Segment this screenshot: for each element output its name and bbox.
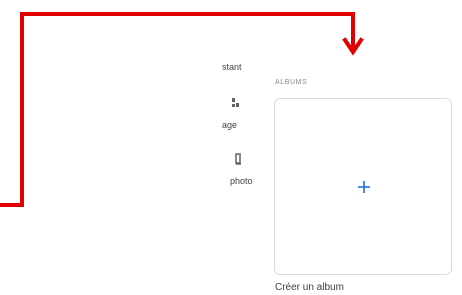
image-icon [231, 96, 241, 108]
menu-item-2-label[interactable]: age [222, 120, 237, 131]
menu-item-3-label[interactable]: photo [230, 176, 253, 187]
create-album-card[interactable] [274, 98, 452, 275]
menu-item-1-label[interactable]: stant [222, 62, 242, 73]
create-album-label[interactable]: Créer un album [275, 282, 344, 293]
albums-heading: ALBUMS [275, 79, 308, 86]
page: stant age photo ALBUMS Créer un album [0, 0, 462, 295]
photo-icon [234, 152, 244, 165]
plus-icon [357, 180, 371, 194]
